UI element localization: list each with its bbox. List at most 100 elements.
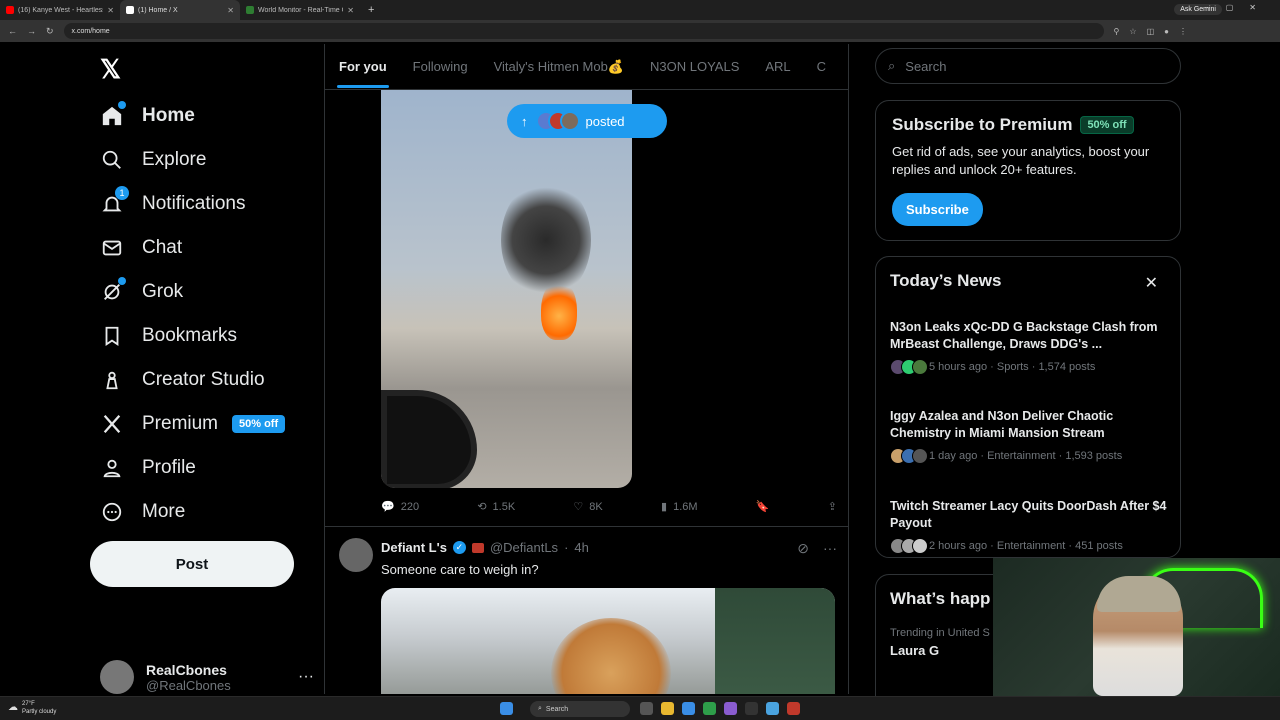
chart-icon: ▮ bbox=[661, 501, 668, 513]
nav-label: Explore bbox=[142, 149, 207, 170]
close-icon[interactable]: ✕ bbox=[107, 6, 114, 15]
windows-start-icon[interactable] bbox=[500, 702, 513, 715]
search-input[interactable]: ⌕ Search bbox=[875, 48, 1181, 84]
webcam-overlay bbox=[993, 558, 1280, 696]
file-explorer-icon[interactable] bbox=[661, 702, 674, 715]
window-controls[interactable]: –▢✕ bbox=[1205, 3, 1272, 12]
store-icon[interactable] bbox=[682, 702, 695, 715]
streamer-cap bbox=[1097, 576, 1181, 612]
author-handle[interactable]: @DefiantLs bbox=[490, 540, 558, 555]
news-item[interactable]: N3on Leaks xQc-DD G Backstage Clash from… bbox=[890, 319, 1170, 375]
tweet-text: Someone care to weigh in? bbox=[381, 562, 539, 577]
app-icon[interactable] bbox=[766, 702, 779, 715]
reply-button[interactable]: 💬 220 bbox=[381, 500, 420, 514]
browser-tab[interactable]: (1) Home / X ✕ bbox=[120, 0, 240, 20]
nav-label: Grok bbox=[142, 281, 184, 302]
address-bar-row: ← → ↻ x.com/home ⚲ ☆ ◫ ● ⋮ bbox=[0, 20, 1280, 42]
news-item[interactable]: Iggy Azalea and N3on Deliver Chaotic Che… bbox=[890, 408, 1170, 464]
taskbar-search[interactable]: ⌕ Search bbox=[530, 701, 630, 717]
verified-icon: ✓ bbox=[452, 541, 466, 554]
nav-profile[interactable]: Profile bbox=[100, 453, 196, 483]
zoom-icon[interactable]: ⚲ bbox=[1114, 27, 1120, 36]
nav-label: Notifications bbox=[142, 193, 246, 214]
url-field[interactable]: x.com/home bbox=[63, 23, 1104, 39]
post-actions: 💬 220 ⟲ 1.5K ♡ 8K ▮ 1.6M 🔖 ⇪ bbox=[381, 500, 837, 514]
nav-label: Bookmarks bbox=[142, 325, 238, 346]
main-feed: For you Following Vitaly's Hitmen Mob💰 N… bbox=[324, 44, 849, 694]
account-switcher[interactable]: RealCbones @RealCbones ··· bbox=[100, 660, 314, 694]
extensions-icon[interactable]: ◫ bbox=[1147, 27, 1155, 36]
tab-list[interactable]: Vitaly's Hitmen Mob💰 bbox=[494, 59, 624, 75]
tab-label: (1) Home / X bbox=[138, 6, 178, 14]
star-icon[interactable]: ☆ bbox=[1129, 27, 1136, 36]
tweet-header: Defiant L's ✓ @DefiantLs · 4h bbox=[381, 540, 589, 555]
share-button[interactable]: ⇪ bbox=[828, 500, 837, 513]
menu-icon[interactable]: ⋮ bbox=[1179, 27, 1187, 36]
tab-list[interactable]: ARL bbox=[765, 59, 790, 74]
nav-chat[interactable]: Chat bbox=[100, 233, 182, 263]
repost-button[interactable]: ⟲ 1.5K bbox=[477, 500, 515, 514]
author-name[interactable]: Defiant L's bbox=[381, 540, 447, 555]
url-text: x.com/home bbox=[71, 27, 110, 35]
tweet-media[interactable] bbox=[381, 588, 835, 694]
app-icon[interactable] bbox=[745, 702, 758, 715]
back-icon[interactable]: ← bbox=[8, 26, 17, 36]
app-icon[interactable] bbox=[724, 702, 737, 715]
grok-icon[interactable]: ⊘ bbox=[797, 540, 809, 557]
reply-count: 220 bbox=[400, 500, 420, 513]
nav-more[interactable]: More bbox=[100, 497, 185, 527]
chrome-icon[interactable] bbox=[703, 702, 716, 715]
bookmark-button[interactable]: 🔖 bbox=[756, 500, 770, 513]
nav-premium[interactable]: Premium 50% off bbox=[100, 409, 286, 439]
account-handle: @RealCbones bbox=[146, 677, 231, 693]
news-meta: 1 day ago · Entertainment · 1,593 posts bbox=[929, 450, 1123, 462]
news-item[interactable]: Twitch Streamer Lacy Quits DoorDash Afte… bbox=[890, 498, 1170, 554]
browser-tab[interactable]: World Monitor - Real-Time Glo ✕ bbox=[240, 0, 360, 20]
nav-explore[interactable]: Explore bbox=[100, 145, 206, 175]
nav-home[interactable]: Home bbox=[100, 101, 195, 131]
x-logo[interactable]: 𝕏 bbox=[100, 54, 121, 85]
close-icon[interactable]: ✕ bbox=[347, 6, 354, 15]
nav-grok[interactable]: Grok bbox=[100, 277, 183, 307]
globe-icon bbox=[246, 6, 254, 14]
app-icon[interactable] bbox=[787, 702, 800, 715]
new-tab-button[interactable]: + bbox=[368, 4, 374, 16]
new-posts-pill[interactable]: ↑ posted bbox=[507, 104, 667, 138]
discount-badge: 50% off bbox=[1080, 116, 1134, 134]
profile-icon bbox=[100, 456, 124, 480]
close-icon[interactable]: ✕ bbox=[227, 6, 234, 15]
more-icon[interactable]: ··· bbox=[298, 668, 314, 686]
views-button[interactable]: ▮ 1.6M bbox=[661, 500, 698, 514]
search-icon: ⌕ bbox=[538, 705, 542, 712]
dot-separator: · bbox=[564, 540, 569, 555]
nav-notifications[interactable]: 1 Notifications bbox=[100, 186, 246, 219]
like-count: 8K bbox=[589, 500, 603, 513]
tab-following[interactable]: Following bbox=[413, 59, 468, 74]
post-button[interactable]: Post bbox=[90, 541, 294, 587]
task-view-icon[interactable] bbox=[640, 702, 653, 715]
profile-icon[interactable]: ● bbox=[1164, 27, 1169, 36]
tab-list[interactable]: N3ON LOYALS bbox=[650, 59, 739, 74]
post-video[interactable] bbox=[381, 90, 632, 488]
reload-icon[interactable]: ↻ bbox=[46, 26, 54, 37]
tab-for-you[interactable]: For you bbox=[337, 59, 389, 88]
bell-icon: 1 bbox=[100, 186, 129, 216]
avatar[interactable] bbox=[339, 538, 373, 572]
video-fire bbox=[541, 280, 577, 340]
search-icon: ⌕ bbox=[888, 58, 896, 73]
weather-widget[interactable]: ☁ 27°F Partly cloudy bbox=[8, 700, 56, 716]
pill-label: posted bbox=[585, 113, 625, 129]
avatar bbox=[559, 111, 580, 131]
tab-list[interactable]: C bbox=[817, 59, 826, 74]
nav-bookmarks[interactable]: Bookmarks bbox=[100, 321, 237, 351]
nav-creator-studio[interactable]: Creator Studio bbox=[100, 365, 265, 395]
more-icon[interactable]: ··· bbox=[823, 540, 837, 557]
forward-icon[interactable]: → bbox=[27, 26, 36, 36]
subscribe-button[interactable]: Subscribe bbox=[892, 193, 983, 226]
affiliate-icon bbox=[471, 542, 484, 553]
browser-tab[interactable]: (16) Kanye West - Heartless - Y✕ bbox=[0, 0, 120, 20]
tweet-time[interactable]: 4h bbox=[574, 540, 588, 555]
like-button[interactable]: ♡ 8K bbox=[573, 500, 603, 514]
close-icon[interactable]: ✕ bbox=[1145, 273, 1158, 293]
x-icon bbox=[100, 412, 124, 436]
